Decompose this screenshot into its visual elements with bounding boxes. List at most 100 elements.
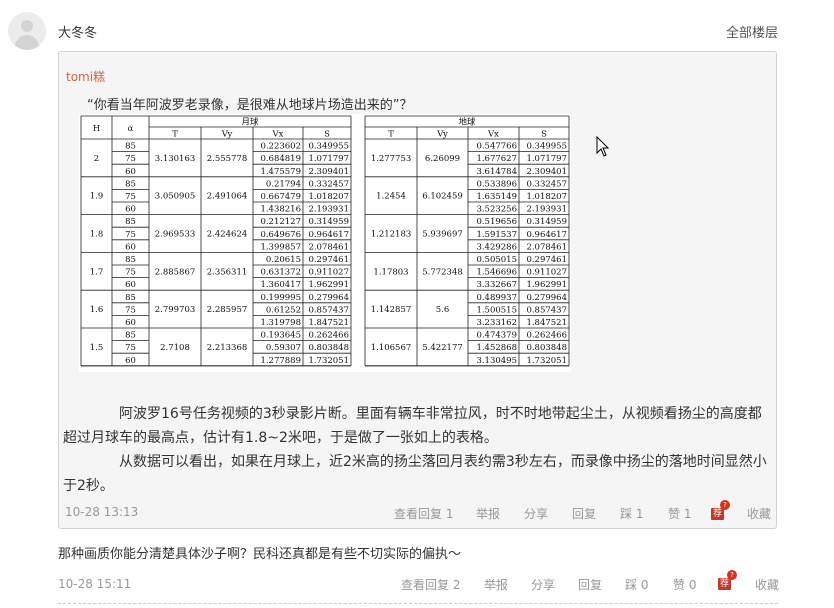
cell-vy-earth: 6.26099 bbox=[425, 154, 460, 164]
quoted-paragraph-1-text: 阿波罗16号任务视频的3秒录影片断。里面有辆车非常拉风，时不时地带起尘土，从视频… bbox=[63, 406, 762, 446]
cell-vx-moon: 0.223602 bbox=[260, 142, 301, 152]
reply-link[interactable]: 回复 bbox=[572, 505, 596, 522]
report-link[interactable]: 举报 bbox=[476, 505, 500, 522]
cell-s-moon: 0.262466 bbox=[308, 331, 349, 341]
view-replies-link[interactable]: 查看回复 1 bbox=[394, 505, 453, 522]
cell-t-earth: 1.277753 bbox=[371, 154, 412, 164]
recommend-help-badge: ? bbox=[720, 500, 730, 510]
cell-t-earth: 1.212183 bbox=[371, 230, 412, 240]
cell-vx-earth: 3.614784 bbox=[476, 167, 517, 177]
all-floors-link[interactable]: 全部楼层 bbox=[726, 22, 778, 41]
dislike-button[interactable]: 踩 1 bbox=[620, 505, 643, 522]
cell-s-earth: 2.078461 bbox=[526, 242, 567, 252]
moon-col-header: S bbox=[324, 130, 330, 140]
cell-s-moon: 0.964617 bbox=[308, 230, 349, 240]
quoted-first-line: “你看当年阿波罗老录像，是很难从地球片场造出来的”？ bbox=[87, 98, 413, 113]
cell-vx-earth: 3.130495 bbox=[476, 356, 517, 366]
cell-vy-moon: 2.491064 bbox=[207, 192, 248, 202]
cell-vx-earth: 0.547766 bbox=[476, 142, 517, 152]
share-link[interactable]: 分享 bbox=[524, 505, 548, 522]
cell-t-earth: 1.2454 bbox=[376, 192, 406, 202]
cell-vx-earth: 3.523256 bbox=[476, 205, 517, 215]
cell-vy-earth: 5.939697 bbox=[422, 230, 463, 240]
earth-col-header: S bbox=[541, 130, 547, 140]
cell-alpha: 85 bbox=[125, 142, 136, 152]
cell-alpha: 60 bbox=[125, 318, 136, 328]
cell-alpha: 75 bbox=[125, 192, 136, 202]
cell-vx-earth: 1.635149 bbox=[476, 192, 517, 202]
cell-vx-moon: 1.438216 bbox=[260, 205, 301, 215]
cell-vx-moon: 0.667479 bbox=[260, 192, 301, 202]
cell-s-earth: 1.847521 bbox=[526, 318, 567, 328]
cell-vx-earth: 0.533896 bbox=[476, 179, 517, 189]
cell-vx-moon: 1.399857 bbox=[260, 242, 301, 252]
cell-vx-earth: 1.500515 bbox=[476, 305, 517, 315]
recommend-help-badge: ? bbox=[727, 570, 737, 580]
cell-vx-earth: 1.452868 bbox=[476, 343, 517, 353]
cell-vx-earth: 0.519656 bbox=[476, 217, 517, 227]
moon-group-header: 月球 bbox=[241, 117, 259, 128]
like-button[interactable]: 赞 0 bbox=[673, 576, 696, 593]
cell-vy-moon: 2.356311 bbox=[207, 267, 248, 277]
cell-vx-earth: 1.591537 bbox=[476, 230, 517, 240]
cell-h: 1.7 bbox=[90, 267, 104, 277]
cell-alpha: 75 bbox=[125, 343, 136, 353]
cell-s-earth: 1.071797 bbox=[526, 154, 567, 164]
recommend-button[interactable]: 荐 ? bbox=[718, 570, 737, 590]
quoted-author[interactable]: tomi糕 bbox=[66, 68, 105, 85]
username[interactable]: 大冬冬 bbox=[58, 22, 97, 41]
cell-s-moon: 1.732051 bbox=[308, 356, 349, 366]
like-button[interactable]: 赞 1 bbox=[668, 505, 691, 522]
cell-h: 1.6 bbox=[90, 305, 104, 315]
quoted-paragraph-2: 从数据可以看出，如果在月球上，近2米高的扬尘落回月表约需3秒左右，而录像中扬尘的… bbox=[63, 450, 769, 498]
reply-link[interactable]: 回复 bbox=[578, 576, 602, 593]
divider bbox=[58, 603, 778, 604]
cell-s-moon: 2.309401 bbox=[308, 167, 349, 177]
cell-alpha: 60 bbox=[125, 167, 136, 177]
quoted-timestamp: 10-28 13:13 bbox=[65, 505, 139, 519]
cell-s-earth: 0.803848 bbox=[526, 343, 567, 353]
cell-t-moon: 2.799703 bbox=[155, 305, 196, 315]
report-link[interactable]: 举报 bbox=[484, 576, 508, 593]
cell-vx-moon: 1.475579 bbox=[260, 167, 301, 177]
cell-vy-moon: 2.285957 bbox=[207, 305, 248, 315]
cell-s-moon: 2.078461 bbox=[308, 242, 349, 252]
cell-s-earth: 2.309401 bbox=[526, 167, 567, 177]
cell-s-moon: 1.962991 bbox=[308, 280, 349, 290]
col-alpha-header: α bbox=[128, 124, 134, 134]
cell-vx-moon: 0.631372 bbox=[260, 268, 301, 278]
cell-s-earth: 2.193931 bbox=[526, 205, 567, 215]
avatar-head-shape bbox=[21, 20, 33, 32]
cell-s-earth: 1.018207 bbox=[526, 192, 567, 202]
cell-s-moon: 0.332457 bbox=[308, 179, 349, 189]
cell-s-earth: 0.314959 bbox=[526, 217, 567, 227]
cell-alpha: 85 bbox=[125, 255, 136, 265]
cell-s-moon: 0.297461 bbox=[308, 255, 349, 265]
data-table: 月球 地球 H α T T Vy Vy Vx Vx S S 2 3.130163 2.555778 1.277… bbox=[80, 115, 570, 367]
cell-vy-earth: 6.102459 bbox=[422, 192, 463, 202]
cell-vy-moon: 2.555778 bbox=[207, 154, 248, 164]
share-link[interactable]: 分享 bbox=[531, 576, 555, 593]
cell-vx-moon: 0.61252 bbox=[266, 305, 301, 315]
cell-vx-moon: 0.21794 bbox=[266, 179, 301, 189]
view-replies-link[interactable]: 查看回复 2 bbox=[401, 576, 460, 593]
recommend-label: 荐 bbox=[712, 509, 722, 519]
dislike-button[interactable]: 踩 0 bbox=[625, 576, 648, 593]
cell-alpha: 75 bbox=[125, 268, 136, 278]
cell-s-moon: 0.349955 bbox=[308, 142, 349, 152]
avatar[interactable] bbox=[8, 12, 46, 50]
recommend-button[interactable]: 荐 ? bbox=[711, 500, 730, 520]
cell-vx-earth: 0.489937 bbox=[476, 293, 517, 303]
quoted-paragraph-2-text: 从数据可以看出，如果在月球上，近2米高的扬尘落回月表约需3秒左右，而录像中扬尘的… bbox=[63, 454, 767, 494]
cell-vy-moon: 2.213368 bbox=[207, 343, 248, 353]
cell-vx-moon: 0.193645 bbox=[260, 331, 301, 341]
cell-alpha: 85 bbox=[125, 293, 136, 303]
cell-vx-earth: 0.505015 bbox=[476, 255, 517, 265]
favorite-link[interactable]: 收藏 bbox=[755, 576, 779, 593]
cell-alpha: 75 bbox=[125, 154, 136, 164]
favorite-link[interactable]: 收藏 bbox=[747, 505, 771, 522]
moon-col-header: T bbox=[172, 130, 178, 140]
cell-vx-moon: 1.319798 bbox=[260, 318, 301, 328]
cell-h: 1.9 bbox=[90, 192, 104, 202]
recommend-label: 荐 bbox=[719, 579, 729, 589]
